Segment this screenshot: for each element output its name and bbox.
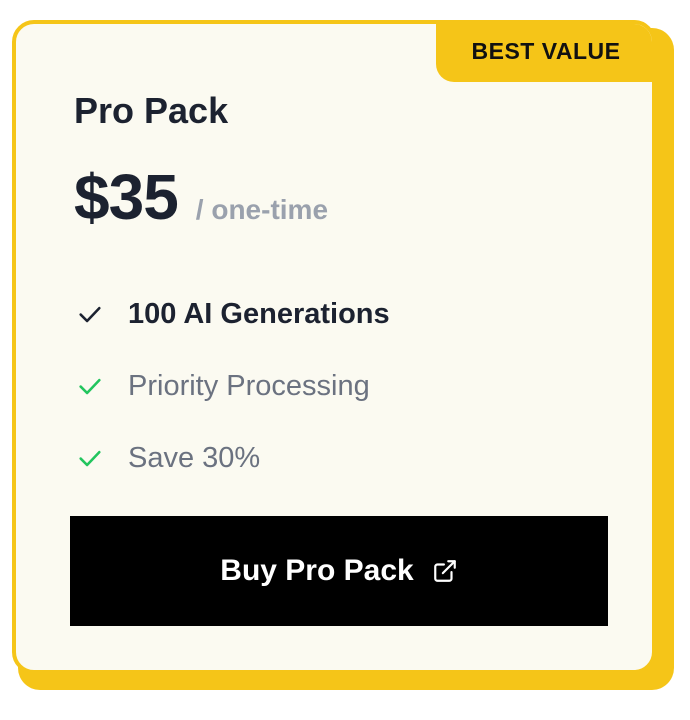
check-icon	[74, 370, 106, 402]
check-icon	[74, 298, 106, 330]
price-period: / one-time	[195, 194, 329, 225]
price-row: $35 / one-time	[74, 160, 328, 234]
feature-label: 100 AI Generations	[128, 297, 390, 330]
feature-label: Save 30%	[128, 441, 261, 474]
feature-item: Priority Processing	[74, 350, 614, 422]
check-icon	[74, 442, 106, 474]
buy-button-label: Buy Pro Pack	[220, 554, 414, 587]
pricing-card: BEST VALUE Pro Pack $35 / one-time 100 A…	[12, 20, 656, 674]
best-value-badge: BEST VALUE	[436, 24, 652, 82]
feature-label: Priority Processing	[128, 369, 370, 402]
feature-list: 100 AI Generations Priority Processing S…	[74, 278, 614, 494]
external-link-icon	[432, 558, 458, 584]
feature-item: Save 30%	[74, 422, 614, 494]
price-amount: $35	[74, 161, 179, 233]
buy-pro-pack-button[interactable]: Buy Pro Pack	[70, 516, 608, 626]
plan-title: Pro Pack	[74, 90, 229, 131]
feature-item: 100 AI Generations	[74, 278, 614, 350]
